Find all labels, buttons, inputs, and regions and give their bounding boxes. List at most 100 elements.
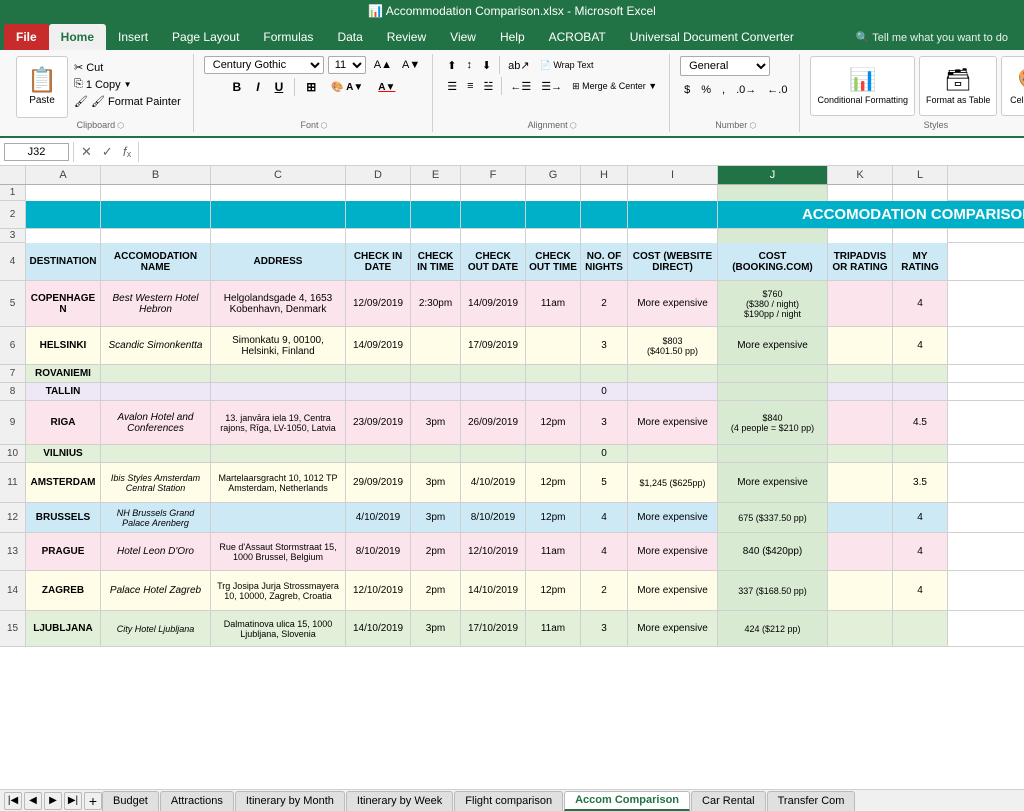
cell-7e[interactable] [411,365,461,382]
cell-1g[interactable] [526,185,581,201]
cell-8l[interactable] [893,383,948,400]
cell-5g[interactable]: 11am [526,281,581,326]
cell-2e[interactable] [411,201,461,228]
cell-15h[interactable]: 3 [581,611,628,646]
cell-14g[interactable]: 12pm [526,571,581,610]
col-header-j[interactable]: J [718,166,828,184]
cell-8g[interactable] [526,383,581,400]
cell-7k[interactable] [828,365,893,382]
cell-14h[interactable]: 2 [581,571,628,610]
cell-5k[interactable] [828,281,893,326]
cell-8b[interactable] [101,383,211,400]
cell-8e[interactable] [411,383,461,400]
clipboard-expand-icon[interactable]: ⬡ [117,121,124,130]
align-right-button[interactable]: ☱ [480,78,498,95]
cell-10b[interactable] [101,445,211,462]
alignment-expand-icon[interactable]: ⬡ [570,121,577,130]
cell-11i[interactable]: $1,245 ($625pp) [628,463,718,502]
wrap-text-button[interactable]: 📄 Wrap Text [536,58,598,73]
cell-7i[interactable] [628,365,718,382]
cell-1j[interactable] [718,185,828,201]
cell-11k[interactable] [828,463,893,502]
cell-10j[interactable] [718,445,828,462]
cell-13c[interactable]: Rue d'Assaut Stormstraat 15, 1000 Brusse… [211,533,346,570]
col-header-i[interactable]: I [628,166,718,184]
cell-4c[interactable]: ADDRESS [211,243,346,280]
cell-6l[interactable]: 4 [893,327,948,364]
cell-14a[interactable]: ZAGREB [26,571,101,610]
cell-14k[interactable] [828,571,893,610]
cell-13a[interactable]: PRAGUE [26,533,101,570]
cell-7c[interactable] [211,365,346,382]
tab-acrobat[interactable]: ACROBAT [537,24,618,50]
font-name-select[interactable]: Century Gothic [204,56,324,74]
cell-15d[interactable]: 14/10/2019 [346,611,411,646]
decrease-font-button[interactable]: A▼ [398,57,424,73]
cell-1k[interactable] [828,185,893,201]
cell-1a[interactable] [26,185,101,201]
cell-7h[interactable] [581,365,628,382]
cell-5i[interactable]: More expensive [628,281,718,326]
cell-1h[interactable] [581,185,628,201]
cell-styles-button[interactable]: 🎨 Cell Styles [1001,56,1024,116]
cell-9c[interactable]: 13. janvāra iela 19, Centra rajons, Rīga… [211,401,346,444]
cell-2g[interactable] [526,201,581,228]
cell-15l[interactable] [893,611,948,646]
orientation-button[interactable]: ab↗ [504,57,533,74]
cell-12f[interactable]: 8/10/2019 [461,503,526,532]
cell-11e[interactable]: 3pm [411,463,461,502]
cell-13i[interactable]: More expensive [628,533,718,570]
sheet-tab-car-rental[interactable]: Car Rental [691,791,766,811]
col-header-f[interactable]: F [461,166,526,184]
cell-8k[interactable] [828,383,893,400]
sheet-tab-accom[interactable]: Accom Comparison [564,791,690,811]
cell-8a[interactable]: TALLIN [26,383,101,400]
cell-13e[interactable]: 2pm [411,533,461,570]
cell-7b[interactable] [101,365,211,382]
cell-6i[interactable]: $803($401.50 pp) [628,327,718,364]
cell-1b[interactable] [101,185,211,201]
tab-file[interactable]: File [4,24,49,50]
confirm-formula-icon[interactable]: ✓ [99,142,116,162]
cell-9j[interactable]: $840(4 people = $210 pp) [718,401,828,444]
cell-9b[interactable]: Avalon Hotel and Conferences [101,401,211,444]
tell-me[interactable]: 🔍 Tell me what you want to do [844,24,1020,50]
cell-11d[interactable]: 29/09/2019 [346,463,411,502]
cell-15f[interactable]: 17/10/2019 [461,611,526,646]
format-painter-button[interactable]: 🖌 🖌 Format Painter [70,94,185,109]
cell-9d[interactable]: 23/09/2019 [346,401,411,444]
cell-1l[interactable] [893,185,948,201]
cell-12i[interactable]: More expensive [628,503,718,532]
col-header-h[interactable]: H [581,166,628,184]
dec-decrease-button[interactable]: ←.0 [763,82,791,98]
cell-7a[interactable]: ROVANIEMI [26,365,101,382]
cell-2b[interactable] [101,201,211,228]
cell-10h[interactable]: 0 [581,445,628,462]
cell-12e[interactable]: 3pm [411,503,461,532]
sheet-tab-itinerary-month[interactable]: Itinerary by Month [235,791,345,811]
cell-12j[interactable]: 675 ($337.50 pp) [718,503,828,532]
cell-12d[interactable]: 4/10/2019 [346,503,411,532]
cell-6f[interactable]: 17/09/2019 [461,327,526,364]
number-format-select[interactable]: General [680,56,770,76]
cell-5a[interactable]: COPENHAGEN [26,281,101,326]
cell-14c[interactable]: Trg Josipa Jurja Strossmayera 10, 10000,… [211,571,346,610]
cell-5e[interactable]: 2:30pm [411,281,461,326]
cell-6j[interactable]: More expensive [718,327,828,364]
cancel-formula-icon[interactable]: ✕ [78,142,95,162]
cell-4f[interactable]: CHECK OUT DATE [461,243,526,280]
cell-reference-input[interactable] [4,143,69,161]
cell-5j[interactable]: $760($380 / night)$190pp / night [718,281,828,326]
cell-6d[interactable]: 14/09/2019 [346,327,411,364]
currency-button[interactable]: $ [680,82,694,98]
cell-14j[interactable]: 337 ($168.50 pp) [718,571,828,610]
cell-4a[interactable]: DESTINATION [26,243,101,280]
cell-5b[interactable]: Best Western Hotel Hebron [101,281,211,326]
col-header-d[interactable]: D [346,166,411,184]
insert-function-icon[interactable]: 𝑓ₓ [120,142,134,162]
cell-9g[interactable]: 12pm [526,401,581,444]
cell-10k[interactable] [828,445,893,462]
cell-13b[interactable]: Hotel Leon D'Oro [101,533,211,570]
col-header-e[interactable]: E [411,166,461,184]
cell-6b[interactable]: Scandic Simonkentta [101,327,211,364]
